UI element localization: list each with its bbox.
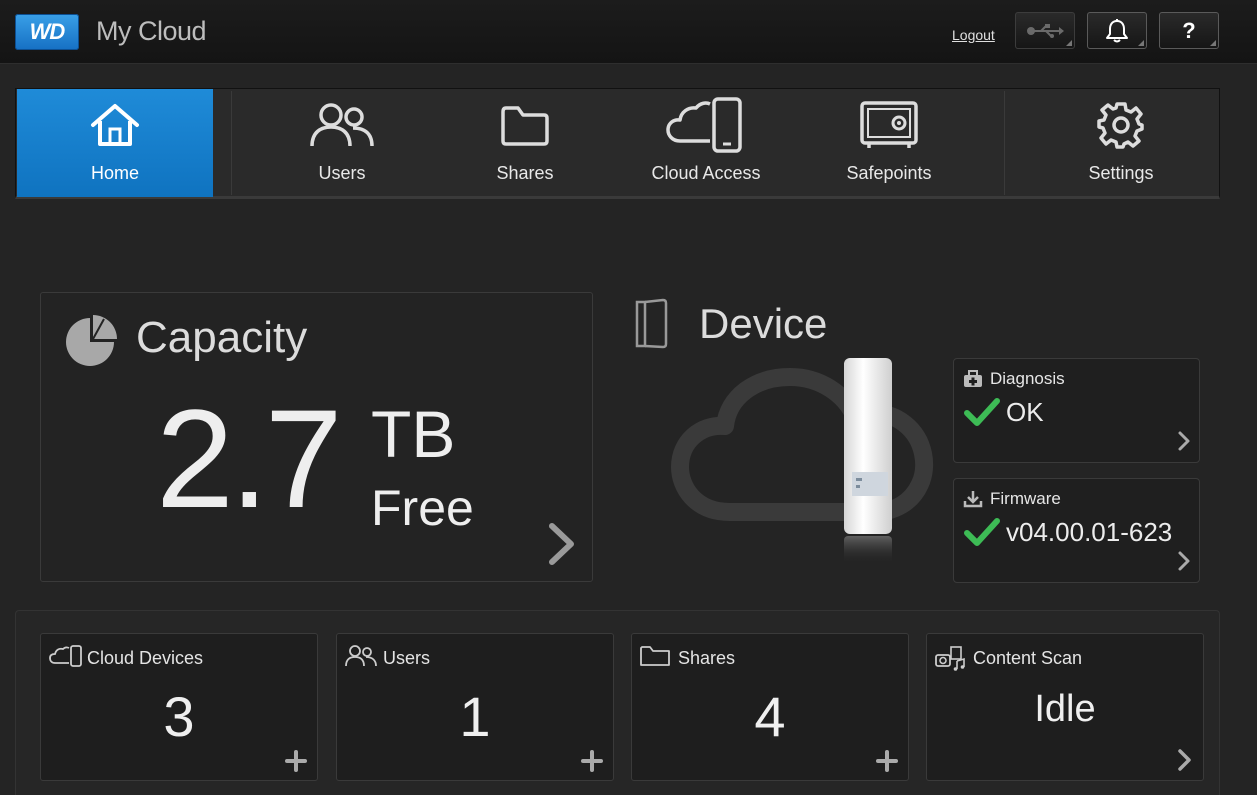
stat-value: 4 (754, 685, 786, 748)
media-icon (935, 646, 965, 671)
nav-divider (231, 91, 232, 195)
cloud-device-icon (49, 645, 82, 667)
my-cloud-device-image (844, 358, 892, 564)
cloud-devices-card[interactable]: Cloud Devices 3 (40, 633, 318, 781)
corner-indicator (1210, 40, 1216, 46)
nav-settings-label: Settings (1088, 163, 1154, 183)
corner-indicator (1138, 40, 1144, 46)
safe-icon (859, 99, 919, 151)
firmware-title: Firmware (990, 489, 1061, 508)
app-title: My Cloud (96, 16, 207, 46)
stat-value: 3 (163, 685, 195, 748)
plus-icon[interactable] (876, 750, 898, 772)
nav-cloud-access-label: Cloud Access (651, 163, 761, 183)
content-scan-card[interactable]: Content Scan Idle (926, 633, 1204, 781)
users-icon (345, 645, 377, 667)
device-title: Device (699, 300, 828, 347)
nav-safepoints[interactable]: Safepoints (791, 89, 987, 197)
chevron-right-icon[interactable] (1177, 550, 1191, 572)
capacity-value: 2.7 (156, 380, 343, 537)
checkmark-icon (964, 518, 1000, 546)
nav-home[interactable]: Home (17, 89, 213, 197)
folder-icon (640, 646, 670, 666)
first-aid-kit-icon (964, 370, 982, 387)
chevron-right-icon[interactable] (547, 522, 577, 566)
nav-users[interactable]: Users (244, 89, 440, 197)
nav-users-label: Users (318, 163, 366, 183)
stat-title: Users (383, 648, 431, 668)
nav-safepoints-label: Safepoints (846, 163, 932, 183)
plus-icon[interactable] (285, 750, 307, 772)
stat-title: Content Scan (973, 648, 1083, 668)
nav-shares[interactable]: Shares (427, 89, 623, 197)
diagnosis-card[interactable]: Diagnosis OK (953, 358, 1200, 463)
capacity-free-label: Free (371, 480, 474, 536)
firmware-card[interactable]: Firmware v04.00.01-623 (953, 478, 1200, 583)
pie-chart-icon (66, 315, 117, 366)
help-button[interactable]: ? (1159, 12, 1219, 49)
plus-icon[interactable] (581, 750, 603, 772)
stat-value: 1 (459, 685, 491, 748)
nav-home-label: Home (90, 163, 139, 183)
home-icon (89, 99, 141, 151)
capacity-panel[interactable]: Capacity 2.7 TB Free (40, 292, 593, 582)
capacity-title: Capacity (136, 313, 308, 362)
bell-icon (1106, 18, 1128, 42)
stat-value: Idle (1034, 688, 1096, 730)
shares-card[interactable]: Shares 4 (631, 633, 909, 781)
checkmark-icon (964, 398, 1000, 426)
chevron-right-icon[interactable] (1177, 430, 1191, 452)
top-bar: WD My Cloud Logout ? (0, 0, 1257, 64)
firmware-version: v04.00.01-623 (1006, 517, 1173, 547)
logo-text: WD (29, 19, 66, 44)
notifications-button[interactable] (1087, 12, 1147, 49)
download-icon (963, 491, 983, 508)
nav-settings[interactable]: Settings (1023, 89, 1219, 197)
chevron-right-icon[interactable] (1177, 748, 1193, 772)
folder-icon (499, 99, 551, 151)
diagnosis-title: Diagnosis (990, 369, 1065, 388)
wd-logo: WD (15, 14, 79, 50)
nav-shares-label: Shares (496, 163, 554, 183)
stat-title: Shares (678, 648, 736, 668)
users-icon (309, 99, 375, 151)
cloud-device-icon (666, 97, 746, 153)
help-label: ? (1182, 17, 1196, 43)
logout-link[interactable]: Logout (952, 27, 995, 43)
gear-icon (1097, 99, 1145, 151)
users-card[interactable]: Users 1 (336, 633, 614, 781)
usb-button[interactable] (1015, 12, 1075, 49)
stat-title: Cloud Devices (87, 648, 204, 668)
nav-cloud-access[interactable]: Cloud Access (608, 89, 804, 197)
nav-divider (1004, 91, 1005, 195)
main-nav: Home Users Shares Cloud Access Safepoint… (15, 88, 1220, 199)
corner-indicator (1066, 40, 1072, 46)
diagnosis-value: OK (1006, 397, 1044, 427)
device-icon (635, 298, 668, 349)
capacity-unit: TB (371, 397, 456, 471)
usb-icon (1027, 23, 1064, 38)
